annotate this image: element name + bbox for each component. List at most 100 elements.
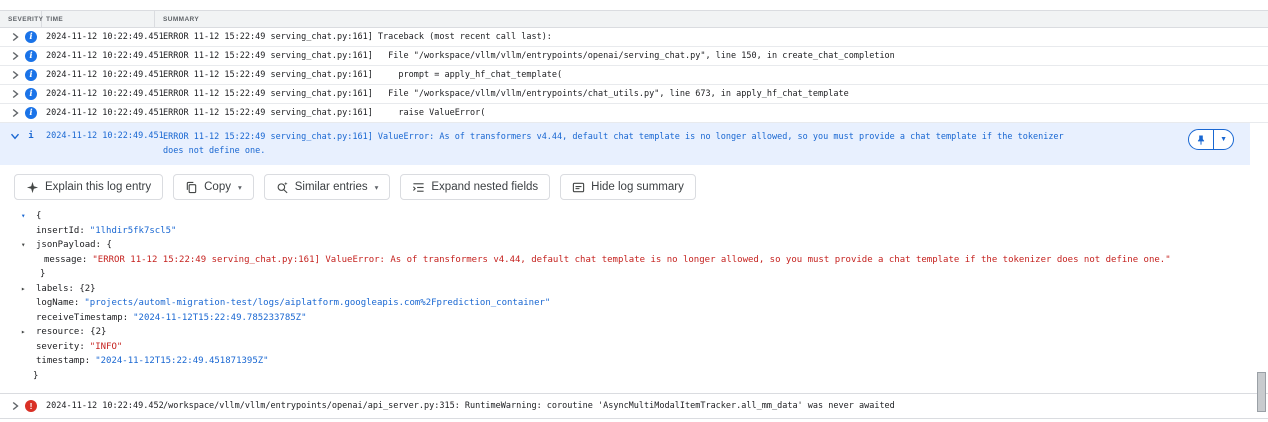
chevron-down-icon: ▾	[375, 183, 379, 192]
log-row-error[interactable]: ! 2024-11-12 10:22:49.452 /workspace/vll…	[0, 394, 1268, 419]
search-sparkle-icon	[276, 181, 289, 194]
hide-log-summary-button[interactable]: Hide log summary	[560, 174, 696, 200]
chevron-right-icon[interactable]	[10, 401, 20, 411]
log-time: 2024-11-12 10:22:49.451	[42, 89, 155, 99]
log-row-expanded[interactable]: i 2024-11-12 10:22:49.451 ERROR 11-12 15…	[0, 123, 1250, 165]
severity-cell: !	[0, 400, 42, 412]
expand-caret-icon[interactable]: ▸	[21, 282, 26, 297]
log-summary: ERROR 11-12 15:22:49 serving_chat.py:161…	[155, 70, 1268, 80]
chevron-down-icon: ▼	[1220, 136, 1227, 143]
severity-cell: i	[0, 130, 42, 141]
json-line-root-close: }	[0, 369, 1268, 384]
pin-icon	[1195, 134, 1207, 146]
severity-cell: i	[0, 69, 42, 81]
json-value[interactable]: "2024-11-12T15:22:49.785233785Z"	[133, 313, 306, 323]
expand-nested-icon	[412, 181, 425, 194]
severity-cell: i	[0, 88, 42, 100]
chevron-down-icon: ▾	[238, 183, 242, 192]
summary-panel-icon	[572, 181, 585, 194]
expand-nested-fields-button[interactable]: Expand nested fields	[400, 174, 550, 200]
info-severity-icon: i	[25, 31, 37, 43]
json-line-logname: logName: "projects/automl-migration-test/…	[0, 296, 1268, 311]
json-line-resource: ▸ resource: {2}	[0, 325, 1268, 340]
json-key: labels: {2}	[36, 284, 96, 294]
json-value[interactable]: "2024-11-12T15:22:49.451871395Z"	[95, 356, 268, 366]
json-line-timestamp: timestamp: "2024-11-12T15:22:49.451871395…	[0, 354, 1268, 369]
log-summary: ERROR 11-12 15:22:49 serving_chat.py:161…	[155, 32, 1268, 42]
sparkle-icon	[26, 181, 39, 194]
log-entry-json-view: ▾{ insertId:"1lhdir5fk7scl5" ▾jsonPayloa…	[0, 207, 1268, 393]
json-value[interactable]: "projects/automl-migration-test/logs/aip…	[84, 298, 550, 308]
json-brace: }	[40, 269, 45, 279]
button-label: Similar entries	[295, 181, 368, 193]
log-summary: ERROR 11-12 15:22:49 serving_chat.py:161…	[155, 51, 1268, 61]
severity-cell: i	[0, 31, 42, 43]
expand-caret-icon[interactable]: ▸	[21, 325, 26, 340]
log-time: 2024-11-12 10:22:49.452	[42, 401, 155, 411]
json-value[interactable]: "ERROR 11-12 15:22:49 serving_chat.py:16…	[92, 255, 1170, 265]
json-key: jsonPayload: {	[36, 240, 112, 250]
info-severity-icon: i	[25, 50, 37, 62]
log-entry-toolbar: Explain this log entry Copy ▾ Similar en…	[0, 165, 1268, 207]
vertical-scrollbar-thumb[interactable]	[1257, 372, 1266, 412]
button-label: Copy	[204, 181, 231, 193]
json-brace: {	[36, 211, 41, 221]
column-header-summary: SUMMARY	[155, 11, 1268, 27]
button-label: Explain this log entry	[45, 181, 151, 193]
log-row[interactable]: i 2024-11-12 10:22:49.451 ERROR 11-12 15…	[0, 28, 1268, 47]
json-brace: }	[33, 371, 38, 381]
json-key: message:	[44, 255, 87, 265]
json-key: logName:	[36, 298, 79, 308]
json-line-severity: severity: "INFO"	[0, 340, 1268, 355]
log-table-header: SEVERITY TIME SUMMARY	[0, 10, 1268, 28]
pin-button-group: ▼	[1188, 129, 1234, 150]
severity-cell: i	[0, 50, 42, 62]
json-line-labels: ▸ labels: {2}	[0, 282, 1268, 297]
column-header-time: TIME	[42, 11, 155, 27]
chevron-right-icon[interactable]	[10, 89, 20, 99]
log-row[interactable]: i 2024-11-12 10:22:49.451 ERROR 11-12 15…	[0, 85, 1268, 104]
copy-icon	[185, 181, 198, 194]
copy-button[interactable]: Copy ▾	[173, 174, 254, 200]
button-label: Expand nested fields	[431, 181, 538, 193]
chevron-right-icon[interactable]	[10, 70, 20, 80]
json-line-message: message: "ERROR 11-12 15:22:49 serving_ch…	[0, 253, 1268, 268]
json-line-root-open: ▾{	[0, 209, 1268, 224]
collapse-caret-icon[interactable]: ▾	[21, 209, 26, 224]
collapse-caret-icon[interactable]: ▾	[21, 238, 26, 253]
error-severity-icon: !	[25, 400, 37, 412]
chevron-down-icon[interactable]	[10, 131, 20, 141]
json-key: receiveTimestamp:	[36, 313, 128, 323]
json-key: resource: {2}	[36, 327, 106, 337]
json-line-insertid: insertId: "1lhdir5fk7scl5"	[0, 224, 1268, 239]
info-severity-icon: i	[25, 88, 37, 100]
log-row[interactable]: i 2024-11-12 10:22:49.451 ERROR 11-12 15…	[0, 47, 1268, 66]
explain-log-entry-button[interactable]: Explain this log entry	[14, 174, 163, 200]
log-summary: ERROR 11-12 15:22:49 serving_chat.py:161…	[155, 89, 1268, 99]
pin-options-button[interactable]: ▼	[1213, 130, 1233, 149]
log-time: 2024-11-12 10:22:49.451	[42, 51, 155, 61]
log-row[interactable]: i 2024-11-12 10:22:49.451 ERROR 11-12 15…	[0, 104, 1268, 123]
json-line-close-payload: }	[0, 267, 1268, 282]
info-severity-icon: i	[25, 131, 37, 141]
info-severity-icon: i	[25, 69, 37, 81]
json-key: timestamp:	[36, 356, 90, 366]
chevron-right-icon[interactable]	[10, 32, 20, 42]
json-key: severity:	[36, 342, 85, 352]
json-line-receivetimestamp: receiveTimestamp: "2024-11-12T15:22:49.78…	[0, 311, 1268, 326]
json-value[interactable]: "INFO"	[90, 342, 123, 352]
log-time: 2024-11-12 10:22:49.451	[42, 70, 155, 80]
severity-cell: i	[0, 107, 42, 119]
json-key: insertId:	[36, 226, 85, 236]
json-line-jsonpayload: ▾ jsonPayload: {	[0, 238, 1268, 253]
log-row[interactable]: i 2024-11-12 10:22:49.451 ERROR 11-12 15…	[0, 66, 1268, 85]
button-label: Hide log summary	[591, 181, 684, 193]
chevron-right-icon[interactable]	[10, 108, 20, 118]
column-header-severity: SEVERITY	[0, 11, 42, 27]
json-value[interactable]: "1lhdir5fk7scl5"	[90, 226, 177, 236]
similar-entries-button[interactable]: Similar entries ▾	[264, 174, 391, 200]
chevron-right-icon[interactable]	[10, 51, 20, 61]
pin-log-button[interactable]	[1189, 130, 1213, 149]
log-summary: /workspace/vllm/vllm/entrypoints/openai/…	[155, 401, 1268, 411]
info-severity-icon: i	[25, 107, 37, 119]
